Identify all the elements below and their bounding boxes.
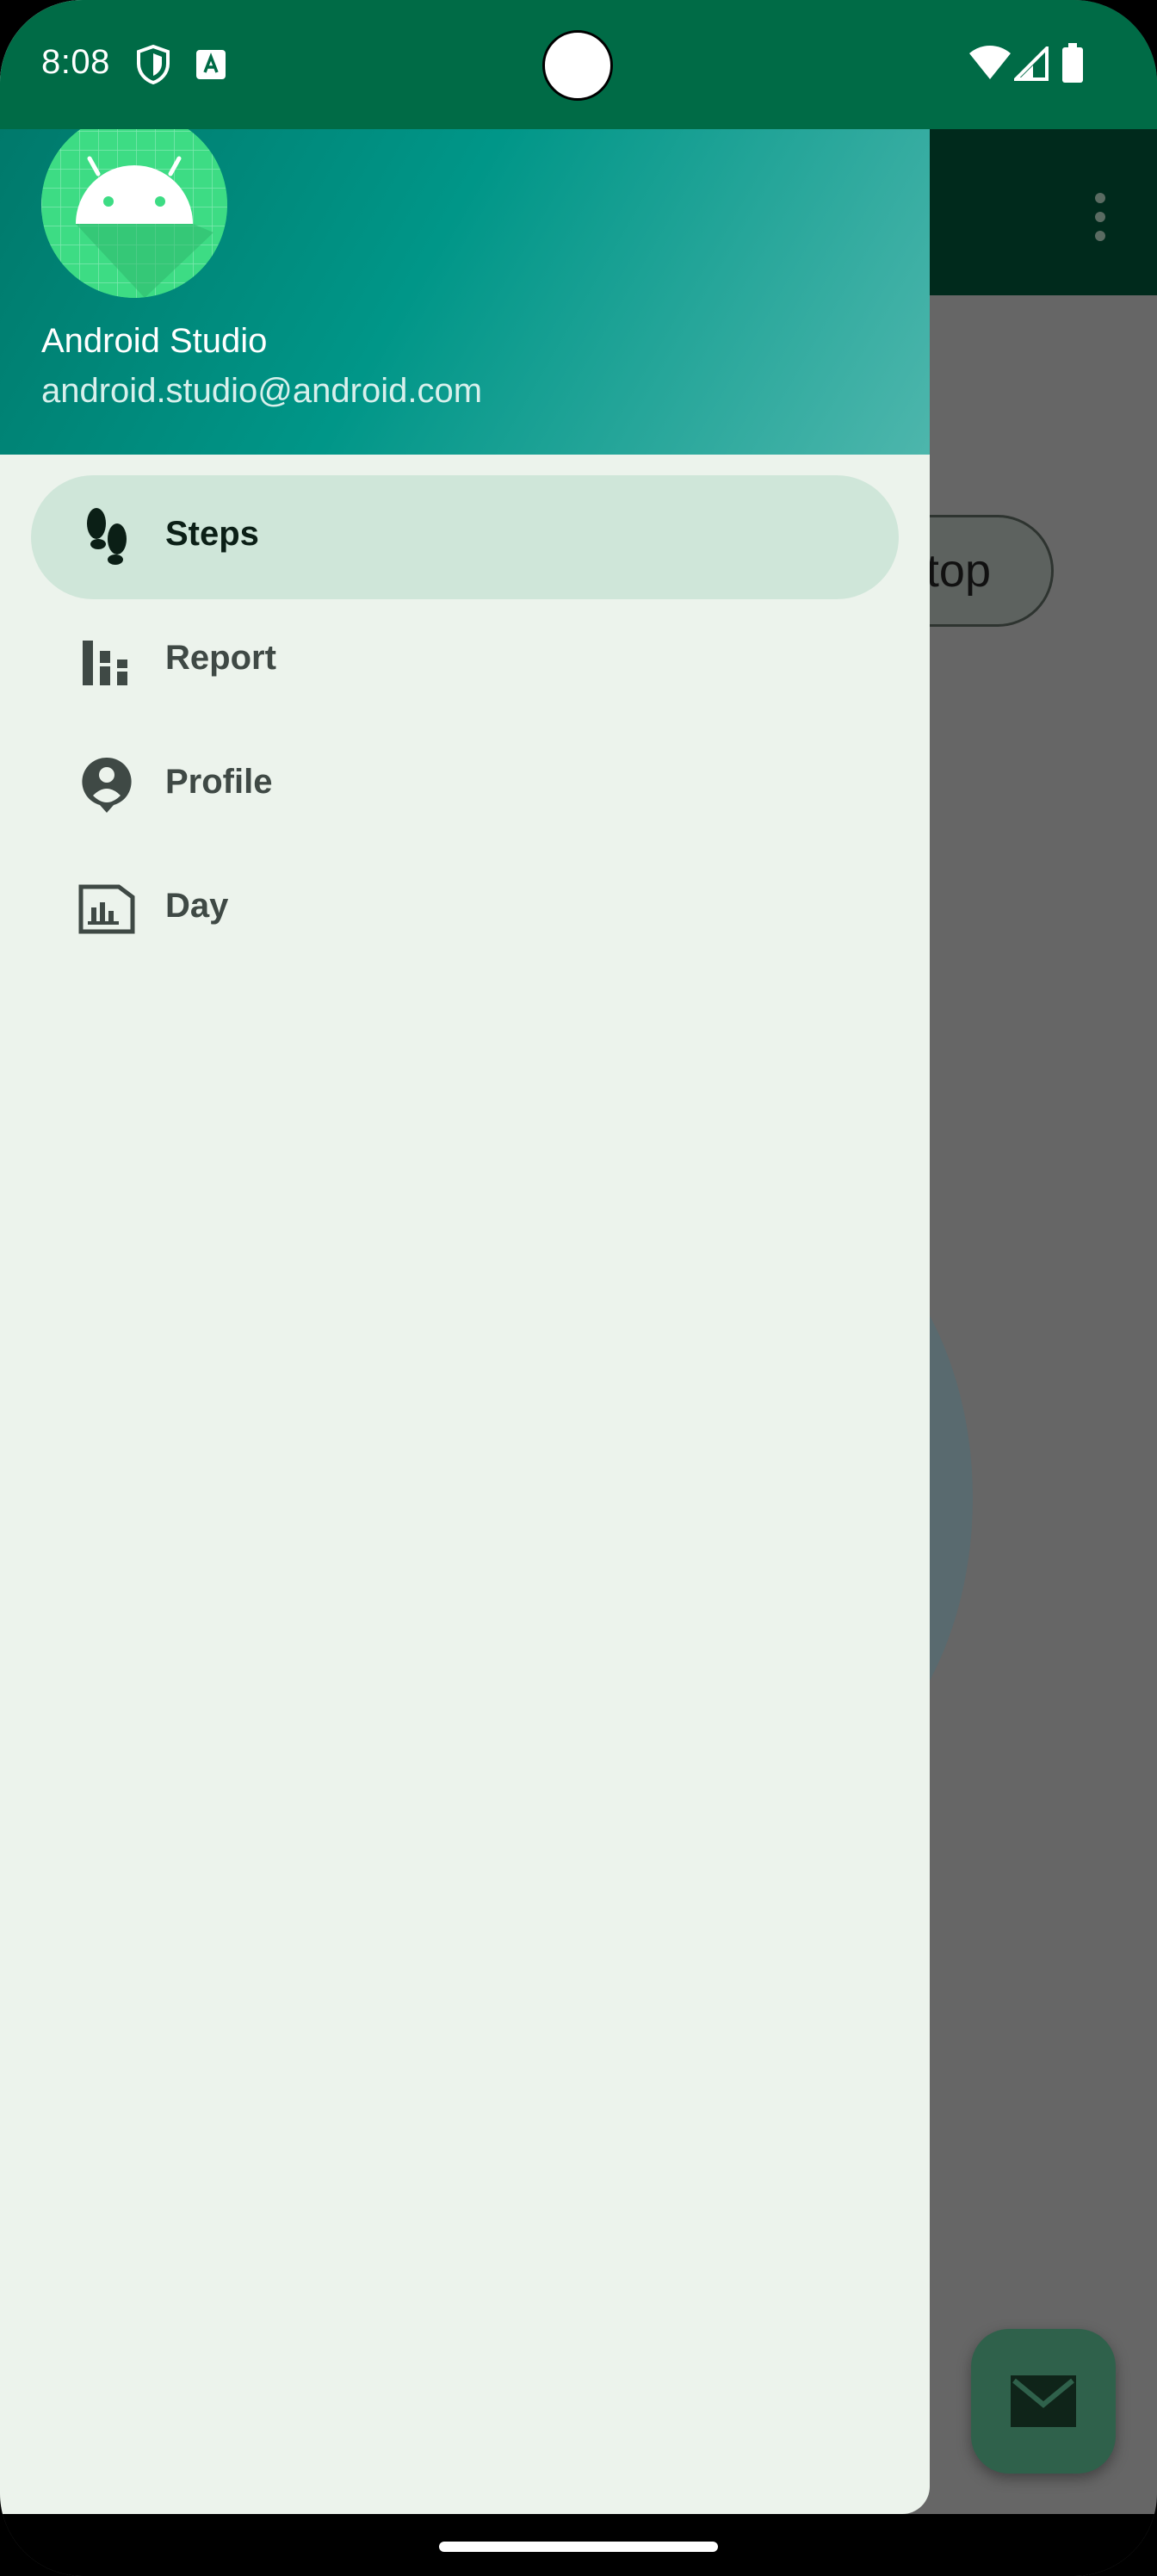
android-robot-icon — [41, 112, 227, 298]
account-name: Android Studio — [41, 322, 268, 360]
bar-chart-icon — [83, 641, 127, 685]
menu-item-label: Report — [165, 639, 276, 677]
menu-item-report[interactable]: Report — [31, 599, 899, 723]
a-notification-icon — [196, 50, 226, 79]
email-icon — [1011, 2375, 1076, 2427]
menu-item-label: Steps — [165, 515, 259, 553]
menu-item-profile[interactable]: Profile — [31, 723, 899, 847]
phone-screen: top Android Studio android.studio@androi… — [0, 0, 1157, 2576]
shield-icon — [137, 45, 170, 84]
wifi-icon — [969, 46, 1011, 79]
more-vert-icon — [1095, 193, 1105, 241]
menu-item-day[interactable]: Day — [31, 847, 899, 971]
email-fab — [971, 2329, 1116, 2474]
menu-item-label: Day — [165, 887, 229, 925]
menu-item-label: Profile — [165, 763, 273, 801]
drawer-header: Android Studio android.studio@android.co… — [0, 112, 930, 455]
insert-chart-icon — [78, 884, 135, 934]
menu-item-steps[interactable]: Steps — [31, 475, 899, 599]
navigation-drawer: Android Studio android.studio@android.co… — [0, 0, 930, 2514]
status-time: 8:08 — [41, 43, 110, 81]
footsteps-icon — [87, 508, 127, 565]
camera-cutout — [542, 30, 613, 101]
status-bar: 8:08 — [0, 0, 1157, 129]
signal-icon — [1014, 46, 1049, 81]
battery-icon — [1062, 43, 1083, 83]
gesture-nav-bar — [0, 2514, 1157, 2576]
home-gesture-handle[interactable] — [439, 2542, 718, 2552]
account-pin-icon — [82, 757, 132, 813]
account-email: android.studio@android.com — [41, 372, 483, 410]
